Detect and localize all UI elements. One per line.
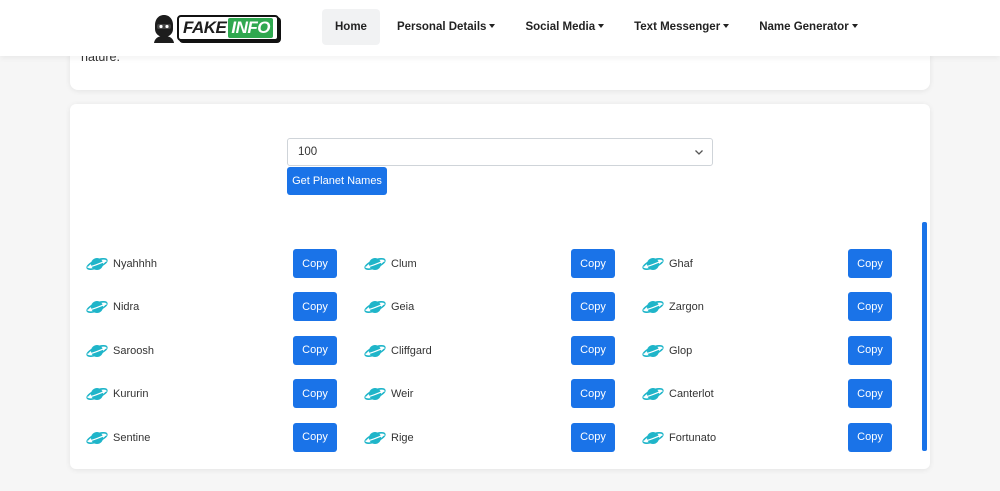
logo-fake-text: FAKE (183, 18, 227, 37)
planet-icon (86, 254, 108, 274)
copy-button[interactable]: Copy (293, 249, 337, 278)
copy-button[interactable]: Copy (571, 422, 615, 452)
caret-down-icon (723, 24, 730, 28)
nav-item-label: Name Generator (759, 21, 849, 33)
get-planet-names-button[interactable]: Get Planet Names (287, 167, 387, 195)
planet-icon (642, 384, 664, 404)
list-item: Canterlot Copy (640, 378, 894, 421)
copy-button[interactable]: Copy (293, 335, 337, 365)
chevron-down-icon (695, 150, 703, 155)
site-logo[interactable]: FAKE INFO (152, 12, 289, 44)
nav-item-label: Text Messenger (634, 21, 721, 33)
planet-names-list: Nyahhhh Copy Clum Copy Ghaf Copy Nidra Copy Geia… (84, 248, 894, 465)
planet-name: Cliffgard (391, 344, 432, 357)
planet-icon (86, 297, 108, 317)
planet-name: Rige (391, 431, 414, 444)
main-nav: Home Personal Details Social Media Text Mes… (322, 9, 875, 45)
nav-item-label: Social Media (525, 21, 596, 33)
nav-item-label: Personal Details (396, 21, 487, 33)
logo-info-text: INFO (228, 18, 273, 38)
nav-item-social-media[interactable]: Social Media (512, 9, 617, 45)
caret-down-icon (851, 24, 858, 28)
planet-name: Ghaf (669, 258, 693, 270)
list-item: Fortunato Copy (640, 422, 894, 465)
copy-button[interactable]: Copy (293, 422, 337, 452)
planet-name: Zargon (669, 301, 704, 314)
list-item: Zargon Copy (640, 291, 894, 334)
copy-button[interactable]: Copy (848, 379, 892, 409)
planet-name: Sentine (113, 431, 151, 444)
copy-button[interactable]: Copy (571, 335, 615, 365)
planet-icon (364, 384, 386, 404)
planet-icon (642, 297, 664, 317)
planet-generator-card: 100 Get Planet Names Nyahhhh Copy Clum Copy… (70, 104, 930, 469)
list-item: Cliffgard Copy (362, 335, 640, 378)
list-item: Ghaf Copy (640, 248, 894, 291)
copy-button[interactable]: Copy (848, 249, 892, 278)
nav-item-label: Home (335, 21, 367, 33)
planet-icon (86, 341, 108, 361)
copy-button[interactable]: Copy (848, 292, 892, 322)
planet-icon (642, 428, 664, 448)
planet-icon (364, 297, 386, 317)
planet-icon (364, 254, 386, 274)
planet-icon (364, 341, 386, 361)
copy-button[interactable]: Copy (571, 379, 615, 409)
copy-button[interactable]: Copy (571, 292, 615, 322)
list-item: Saroosh Copy (84, 335, 362, 378)
planet-icon (642, 341, 664, 361)
planet-name: Weir (391, 388, 414, 401)
nav-item-text-messenger[interactable]: Text Messenger (621, 9, 742, 45)
planet-icon (642, 254, 664, 274)
planet-icon (364, 428, 386, 448)
planet-name: Nidra (113, 301, 140, 314)
planet-icon (86, 428, 108, 448)
list-item: Geia Copy (362, 291, 640, 334)
caret-down-icon (598, 24, 605, 28)
quantity-select[interactable]: 100 (287, 138, 713, 166)
list-item: Clum Copy (362, 248, 640, 291)
hacker-mask-icon (152, 13, 176, 43)
nav-item-name-generator[interactable]: Name Generator (746, 9, 870, 45)
copy-button[interactable]: Copy (293, 292, 337, 322)
list-item: Kururin Copy (84, 378, 362, 421)
copy-button[interactable]: Copy (293, 379, 337, 409)
planet-icon (86, 384, 108, 404)
logo-wordmark: FAKE INFO (177, 15, 279, 41)
nav-item-home[interactable]: Home (322, 9, 380, 45)
list-item: Glop Copy (640, 335, 894, 378)
planet-name: Geia (391, 301, 415, 314)
planet-name: Fortunato (669, 431, 717, 444)
copy-button[interactable]: Copy (571, 249, 615, 278)
planet-name: Saroosh (113, 344, 154, 357)
list-item: Rige Copy (362, 422, 640, 465)
planet-name: Kururin (113, 388, 149, 401)
copy-button[interactable]: Copy (848, 335, 892, 365)
planet-name: Glop (669, 344, 693, 357)
list-item: Nyahhhh Copy (84, 248, 362, 291)
list-item: Nidra Copy (84, 291, 362, 334)
list-item: Weir Copy (362, 378, 640, 421)
copy-button[interactable]: Copy (848, 422, 892, 452)
caret-down-icon (489, 24, 496, 28)
list-item: Sentine Copy (84, 422, 362, 465)
quantity-select-value: 100 (298, 146, 318, 158)
nav-item-personal-details[interactable]: Personal Details (384, 9, 508, 45)
navbar: FAKE INFO Home Personal Details Social Med… (0, 0, 1000, 56)
planet-name: Clum (391, 258, 417, 270)
results-scrollbar[interactable] (922, 222, 927, 451)
planet-name: Nyahhhh (113, 258, 158, 270)
planet-name: Canterlot (669, 388, 714, 401)
